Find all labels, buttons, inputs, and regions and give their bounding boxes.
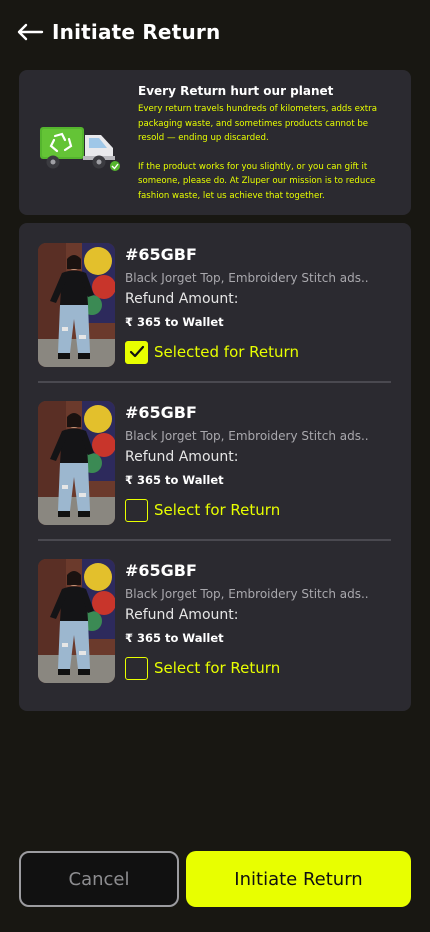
checkmark-icon xyxy=(129,345,144,358)
info-paragraph: Every return travels hundreds of kilomet… xyxy=(138,104,377,143)
return-item: #65GBF Black Jorget Top, Embroidery Stit… xyxy=(19,539,411,683)
page-title: Initiate Return xyxy=(52,20,221,44)
refund-label: Refund Amount: xyxy=(125,607,239,623)
arrow-left-icon xyxy=(17,23,44,41)
info-text: Every Return hurt our planet Every retur… xyxy=(138,84,396,203)
order-id: #65GBF xyxy=(125,245,197,264)
item-info: #65GBF Black Jorget Top, Embroidery Stit… xyxy=(125,401,405,522)
product-image xyxy=(38,401,115,525)
item-info: #65GBF Black Jorget Top, Embroidery Stit… xyxy=(125,559,405,680)
select-label: Selected for Return xyxy=(154,343,299,361)
select-label: Select for Return xyxy=(154,501,281,519)
refund-label: Refund Amount: xyxy=(125,449,239,465)
return-items-list: #65GBF Black Jorget Top, Embroidery Stit… xyxy=(19,223,411,711)
recycle-truck-icon xyxy=(40,127,120,171)
item-info: #65GBF Black Jorget Top, Embroidery Stit… xyxy=(125,243,405,364)
initiate-return-button[interactable]: Initiate Return xyxy=(186,851,411,907)
select-for-return-checkbox[interactable]: Select for Return xyxy=(125,656,405,680)
order-id: #65GBF xyxy=(125,403,197,422)
refund-value: ₹ 365 to Wallet xyxy=(125,315,224,329)
item-description: Black Jorget Top, Embroidery Stitch ads.… xyxy=(125,271,369,285)
refund-value: ₹ 365 to Wallet xyxy=(125,631,224,645)
order-id: #65GBF xyxy=(125,561,197,580)
item-description: Black Jorget Top, Embroidery Stitch ads.… xyxy=(125,429,369,443)
refund-value: ₹ 365 to Wallet xyxy=(125,473,224,487)
back-button[interactable] xyxy=(16,20,46,44)
product-image xyxy=(38,559,115,683)
select-for-return-checkbox[interactable]: Select for Return xyxy=(125,498,405,522)
return-item: #65GBF Black Jorget Top, Embroidery Stit… xyxy=(19,223,411,367)
checkbox-checked[interactable] xyxy=(125,340,148,364)
info-card: Every Return hurt our planet Every retur… xyxy=(19,70,411,215)
select-label: Select for Return xyxy=(154,659,281,677)
return-item: #65GBF Black Jorget Top, Embroidery Stit… xyxy=(19,381,411,525)
info-paragraph: If the product works for you slightly, o… xyxy=(138,161,376,201)
select-for-return-checkbox[interactable]: Selected for Return xyxy=(125,340,405,364)
header: Initiate Return xyxy=(0,0,430,64)
refund-label: Refund Amount: xyxy=(125,291,239,307)
cancel-button[interactable]: Cancel xyxy=(19,851,179,907)
product-image xyxy=(38,243,115,367)
info-body: Every return travels hundreds of kilomet… xyxy=(138,102,396,203)
checkbox-unchecked[interactable] xyxy=(125,656,148,680)
info-title: Every Return hurt our planet xyxy=(138,84,334,98)
item-description: Black Jorget Top, Embroidery Stitch ads.… xyxy=(125,587,369,601)
checkbox-unchecked[interactable] xyxy=(125,498,148,522)
